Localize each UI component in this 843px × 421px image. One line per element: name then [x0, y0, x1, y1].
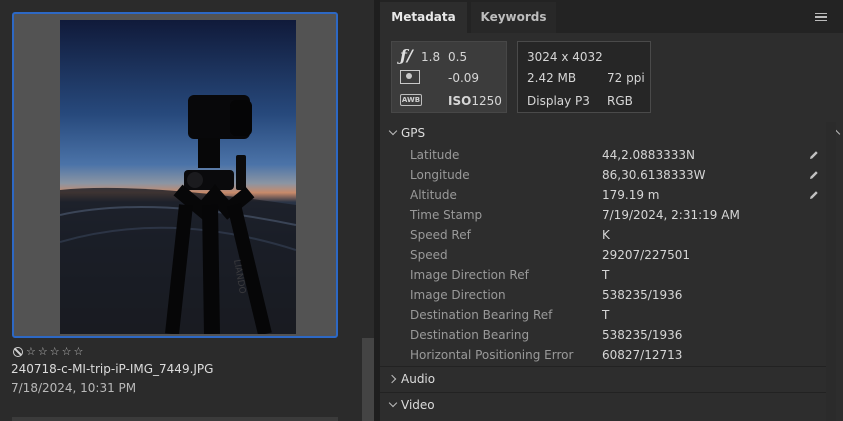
gps-row: Longitude 86,30.6138333W: [380, 165, 826, 185]
file-size: 2.42 MB: [527, 71, 577, 85]
content-scrollbar[interactable]: [362, 0, 374, 421]
content-pane: LIANDO ☆ ☆ ☆ ☆ ☆ 240718-c-MI-trip-iP-IMG…: [0, 0, 362, 421]
tab-metadata[interactable]: Metadata: [380, 2, 467, 33]
field-label: Destination Bearing: [410, 328, 530, 342]
section-divider: [380, 392, 826, 393]
field-value[interactable]: 179.19 m: [602, 185, 660, 205]
white-balance-icon: AWB: [400, 94, 422, 106]
field-label: Latitude: [410, 148, 460, 162]
field-value: 60827/12713: [602, 348, 683, 362]
tripod-silhouette: LIANDO: [60, 95, 296, 334]
pencil-icon[interactable]: [809, 190, 819, 200]
section-title: Audio: [401, 372, 436, 386]
next-thumbnail-card[interactable]: [12, 417, 338, 421]
field-label: Longitude: [410, 168, 470, 182]
field-value[interactable]: 86,30.6138333W: [602, 165, 705, 185]
field-value: T: [602, 308, 610, 322]
gps-row: Altitude 179.19 m: [380, 185, 826, 205]
field-value: 538235/1936: [602, 288, 683, 302]
iso-label: ISO: [448, 94, 472, 108]
chevron-right-icon: [387, 374, 397, 384]
exposure-comp-value: -0.09: [448, 71, 480, 85]
star-icon[interactable]: ☆: [50, 346, 60, 358]
file-name: 240718-c-MI-trip-iP-IMG_7449.JPG: [11, 362, 214, 376]
exposure-icon: [400, 70, 420, 84]
field-label: Horizontal Positioning Error: [410, 348, 574, 362]
star-icon[interactable]: ☆: [62, 346, 72, 358]
section-video-header[interactable]: Video: [380, 394, 833, 416]
section-title: GPS: [401, 126, 426, 140]
gps-row: Time Stamp 7/19/2024, 2:31:19 AM: [380, 205, 826, 225]
field-value: K: [602, 228, 610, 242]
field-value[interactable]: 44,2.0883333N: [602, 145, 695, 165]
field-label: Image Direction: [410, 288, 506, 302]
panel-menu-icon[interactable]: [815, 13, 827, 21]
gps-field-list: Latitude 44,2.0883333N Longitude 86,30.6…: [380, 145, 826, 365]
star-icon[interactable]: ☆: [26, 346, 36, 358]
field-value: T: [602, 268, 610, 282]
section-gps-header[interactable]: GPS: [380, 122, 841, 144]
pencil-icon[interactable]: [809, 150, 819, 160]
iso-group: ISO1250: [448, 94, 502, 108]
metadata-panel: Metadata Keywords ƒ/ 1.8 0.5 -0.09 AWB I…: [380, 0, 843, 421]
panel-tab-bar: Metadata Keywords: [380, 0, 843, 33]
tab-keywords[interactable]: Keywords: [471, 2, 556, 33]
gps-row: Horizontal Positioning Error 60827/12713: [380, 345, 826, 365]
aperture-icon: ƒ/: [400, 46, 413, 65]
section-title: Video: [401, 398, 435, 412]
metadata-scrollbar[interactable]: [826, 122, 836, 421]
gps-row: Speed 29207/227501: [380, 245, 826, 265]
field-value: 538235/1936: [602, 328, 683, 342]
field-value: 29207/227501: [602, 248, 691, 262]
field-value: 7/19/2024, 2:31:19 AM: [602, 208, 740, 222]
resolution: 72 ppi: [607, 71, 645, 85]
field-label: Destination Bearing Ref: [410, 308, 553, 322]
gps-row: Destination Bearing 538235/1936: [380, 325, 826, 345]
color-profile: Display P3: [527, 94, 590, 108]
chevron-down-icon: [388, 398, 398, 408]
color-mode: RGB: [607, 94, 633, 108]
file-properties-box: 3024 x 4032 2.42 MB 72 ppi Display P3 RG…: [517, 41, 651, 113]
gps-row: Latitude 44,2.0883333N: [380, 145, 826, 165]
rating-row: ☆ ☆ ☆ ☆ ☆: [13, 345, 83, 359]
shutter-value: 0.5: [448, 50, 468, 64]
camera-data-box: ƒ/ 1.8 0.5 -0.09 AWB ISO1250: [391, 41, 507, 113]
thumbnail-card[interactable]: LIANDO: [12, 12, 338, 338]
section-divider: [380, 366, 826, 367]
star-icon[interactable]: ☆: [38, 346, 48, 358]
file-date: 7/18/2024, 10:31 PM: [11, 381, 137, 395]
gps-row: Image Direction 538235/1936: [380, 285, 826, 305]
star-icon[interactable]: ☆: [74, 346, 84, 358]
gps-row: Destination Bearing Ref T: [380, 305, 826, 325]
photo-thumbnail: LIANDO: [60, 20, 296, 334]
field-label: Image Direction Ref: [410, 268, 529, 282]
section-audio-header[interactable]: Audio: [380, 368, 833, 390]
iso-value: 1250: [471, 94, 502, 108]
chevron-down-icon: [388, 126, 398, 136]
gps-row: Image Direction Ref T: [380, 265, 826, 285]
pencil-icon[interactable]: [809, 170, 819, 180]
field-label: Time Stamp: [410, 208, 483, 222]
field-label: Speed: [410, 248, 448, 262]
field-label: Speed Ref: [410, 228, 471, 242]
image-dimensions: 3024 x 4032: [527, 50, 603, 64]
gps-row: Speed Ref K: [380, 225, 826, 245]
aperture-value: 1.8: [421, 50, 441, 64]
field-label: Altitude: [410, 188, 457, 202]
reject-icon[interactable]: [13, 347, 23, 357]
content-scroll-thumb[interactable]: [362, 338, 374, 421]
